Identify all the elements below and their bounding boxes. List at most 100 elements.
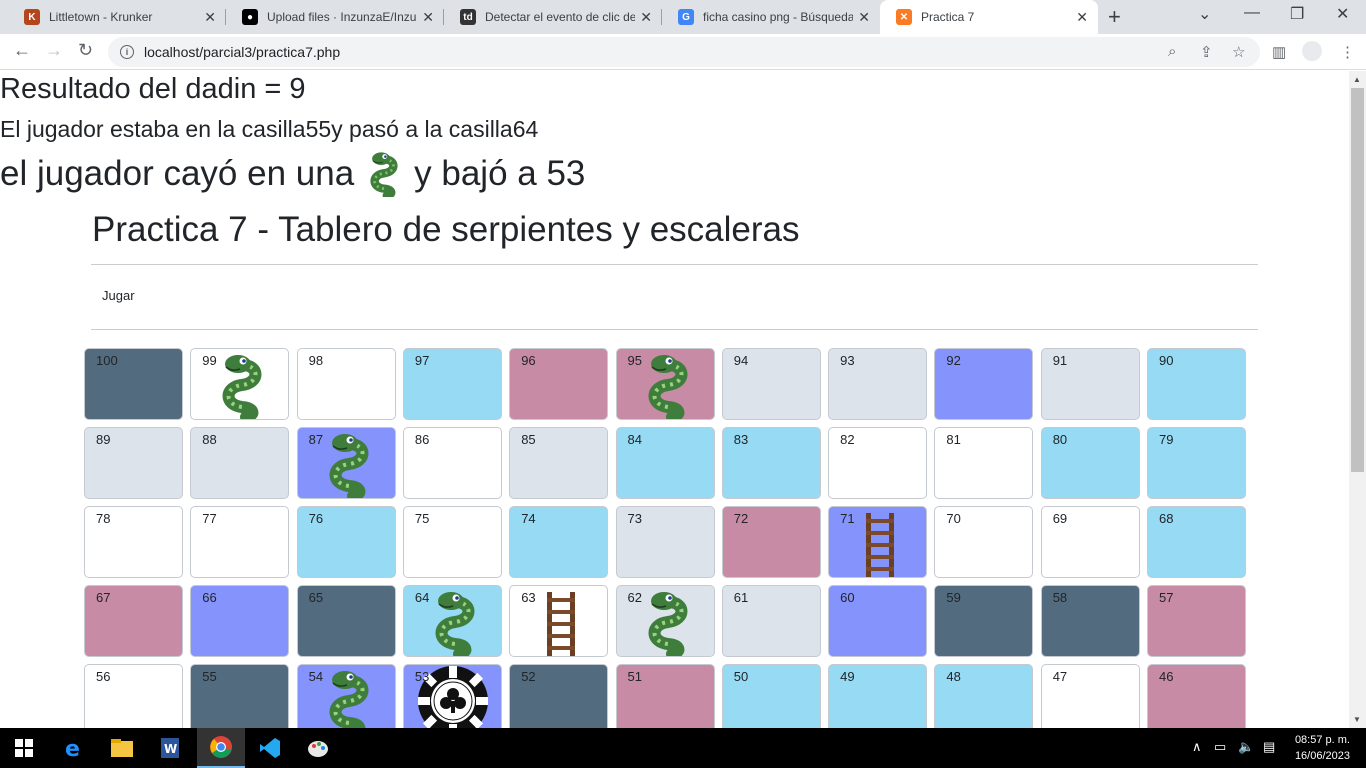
cell-number: 68 bbox=[1159, 511, 1174, 526]
forward-icon[interactable]: → bbox=[45, 40, 63, 61]
browser-tab[interactable]: ● Upload files · InzunzaE/Inzunza ✕ bbox=[226, 0, 444, 34]
board-cell: 60 bbox=[828, 585, 928, 657]
menu-kebab-icon[interactable]: ⋮ bbox=[1340, 43, 1355, 61]
cell-number: 59 bbox=[946, 590, 961, 605]
reload-icon[interactable]: ↻ bbox=[78, 40, 93, 61]
paint-icon[interactable] bbox=[294, 728, 342, 768]
cell-number: 93 bbox=[840, 353, 855, 368]
cell-number: 73 bbox=[627, 511, 642, 526]
cell-number: 58 bbox=[1052, 590, 1068, 605]
browser-tab[interactable]: Gficha casino png - Búsqueda de… ✕ bbox=[662, 0, 880, 34]
close-tab-icon[interactable]: ✕ bbox=[204, 9, 216, 26]
start-icon[interactable] bbox=[0, 728, 48, 768]
cell-number: 85 bbox=[521, 432, 536, 447]
close-tab-icon[interactable]: ✕ bbox=[422, 9, 434, 26]
chrome-icon[interactable] bbox=[197, 728, 245, 768]
site-info-icon[interactable]: i bbox=[120, 45, 134, 59]
xampp-icon: ✕ bbox=[896, 9, 912, 25]
board-cell: 90 bbox=[1147, 348, 1246, 420]
browser-tab[interactable]: ✕ Practica 7 ✕ bbox=[880, 0, 1098, 34]
cell-number: 92 bbox=[946, 353, 961, 368]
close-tab-icon[interactable]: ✕ bbox=[640, 9, 652, 26]
notification-icon[interactable]: ▤ bbox=[1263, 739, 1275, 755]
windows-taskbar: e W ∧ ▭ 🔈 ▤ 08:57 p. m. 16/06/2023 bbox=[0, 728, 1366, 768]
close-tab-icon[interactable]: ✕ bbox=[1076, 9, 1088, 26]
board-cell: 77 bbox=[190, 506, 290, 578]
cell-number: 99 bbox=[202, 353, 217, 368]
board-cell: 70 bbox=[934, 506, 1034, 578]
zoom-icon[interactable]: ⌕ bbox=[1168, 43, 1176, 60]
browser-tab[interactable]: K Littletown - Krunker ✕ bbox=[8, 0, 226, 34]
scroll-thumb[interactable] bbox=[1351, 88, 1364, 472]
tray-chevron-icon[interactable]: ∧ bbox=[1192, 739, 1202, 755]
back-icon[interactable]: ← bbox=[13, 40, 31, 61]
profile-avatar[interactable] bbox=[1302, 41, 1322, 61]
side-panel-icon[interactable]: ▥ bbox=[1272, 43, 1286, 61]
close-tab-icon[interactable]: ✕ bbox=[858, 9, 870, 26]
board-cell: 47 bbox=[1040, 664, 1140, 728]
new-tab-button[interactable]: + bbox=[1108, 4, 1121, 30]
file-explorer-icon[interactable] bbox=[98, 728, 146, 768]
volume-icon[interactable]: 🔈 bbox=[1238, 739, 1254, 755]
board-cell: 98 bbox=[296, 348, 396, 420]
cell-number: 76 bbox=[308, 511, 324, 526]
board-cell: 97 bbox=[402, 348, 502, 420]
tab-title: Detectar el evento de clic del… bbox=[485, 10, 635, 24]
browser-toolbar: ← → ↻ i localhost/parcial3/practica7.php… bbox=[0, 34, 1366, 70]
cell-number: 47 bbox=[1052, 669, 1068, 684]
system-clock[interactable]: 08:57 p. m. 16/06/2023 bbox=[1295, 732, 1350, 764]
network-icon[interactable]: ▭ bbox=[1214, 739, 1226, 755]
board-cell: 73 bbox=[615, 506, 715, 578]
tab-search-icon[interactable]: ⌄ bbox=[1198, 4, 1211, 24]
jugar-link[interactable]: Jugar bbox=[102, 288, 135, 303]
cell-number: 74 bbox=[521, 511, 536, 526]
scroll-down-arrow-icon[interactable]: ▼ bbox=[1353, 715, 1361, 724]
scroll-up-arrow-icon[interactable]: ▲ bbox=[1353, 75, 1361, 84]
cell-number: 46 bbox=[1159, 669, 1174, 684]
vscode-icon[interactable] bbox=[246, 728, 294, 768]
board-cell: 46 bbox=[1147, 664, 1246, 728]
cell-number: 91 bbox=[1052, 353, 1068, 368]
maximize-button[interactable]: ❐ bbox=[1290, 4, 1304, 24]
share-icon[interactable]: ⇪ bbox=[1200, 43, 1213, 61]
snake-icon bbox=[370, 152, 398, 197]
close-window-button[interactable]: ✕ bbox=[1336, 4, 1349, 24]
board-cell: 94 bbox=[721, 348, 821, 420]
cell-number: 61 bbox=[733, 590, 749, 605]
cell-number: 53 bbox=[414, 669, 430, 684]
tab-title: Upload files · InzunzaE/Inzunza bbox=[267, 10, 417, 24]
cell-number: 63 bbox=[521, 590, 536, 605]
address-bar[interactable]: i localhost/parcial3/practica7.php bbox=[108, 37, 1260, 67]
board-cell: 89 bbox=[84, 427, 183, 499]
board-cell: 79 bbox=[1147, 427, 1246, 499]
board-cell: 52 bbox=[509, 664, 609, 728]
board-cell: 56 bbox=[84, 664, 183, 728]
board-cell: 81 bbox=[934, 427, 1034, 499]
word-icon[interactable]: W bbox=[146, 728, 194, 768]
url-text: localhost/parcial3/practica7.php bbox=[144, 44, 341, 60]
board-cell: 71 bbox=[828, 506, 928, 578]
bookmark-star-icon[interactable]: ☆ bbox=[1232, 43, 1245, 61]
vertical-scrollbar[interactable]: ▲ ▼ bbox=[1349, 71, 1366, 728]
snake-icon bbox=[216, 353, 268, 419]
board-cell: 93 bbox=[828, 348, 928, 420]
cell-number: 97 bbox=[414, 353, 430, 368]
tab-strip: K Littletown - Krunker ✕ ● Upload files · In… bbox=[0, 0, 1366, 34]
board-cell: 80 bbox=[1040, 427, 1140, 499]
browser-tab[interactable]: td Detectar el evento de clic del… ✕ bbox=[444, 0, 662, 34]
board-cell: 76 bbox=[296, 506, 396, 578]
cell-number: 89 bbox=[96, 432, 111, 447]
cell-number: 100 bbox=[96, 353, 118, 368]
svg-text:e: e bbox=[65, 737, 80, 760]
board-cell: 82 bbox=[828, 427, 928, 499]
cell-number: 81 bbox=[946, 432, 961, 447]
board-cell: 87 bbox=[296, 427, 396, 499]
edge-icon[interactable]: e bbox=[50, 728, 98, 768]
snake-icon bbox=[642, 590, 694, 656]
cell-number: 56 bbox=[96, 669, 111, 684]
minimize-button[interactable]: — bbox=[1244, 4, 1260, 22]
cell-number: 70 bbox=[946, 511, 961, 526]
cell-number: 90 bbox=[1159, 353, 1174, 368]
cell-number: 67 bbox=[96, 590, 111, 605]
cell-number: 83 bbox=[733, 432, 749, 447]
